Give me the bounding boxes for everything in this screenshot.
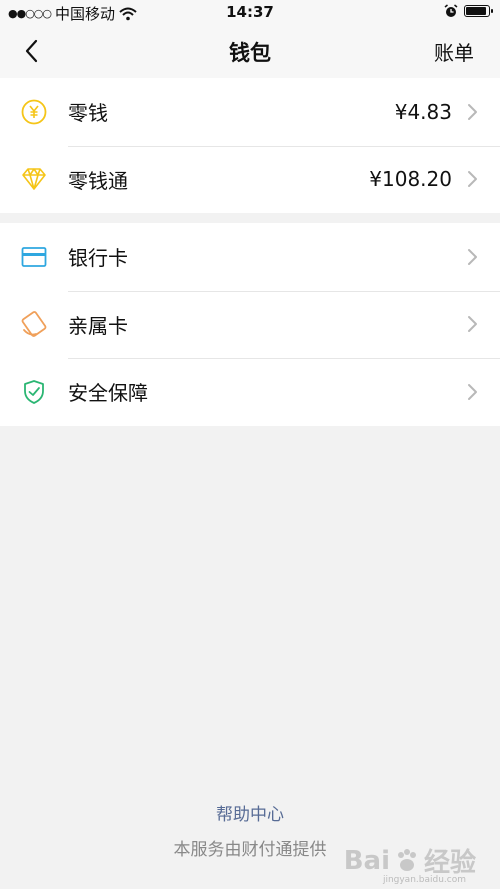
list-item-bank-card[interactable]: 银行卡 [0, 223, 500, 291]
shield-check-icon [20, 378, 48, 406]
chevron-right-icon [468, 171, 477, 188]
chevron-right-icon [468, 103, 477, 120]
watermark-brand: Bai [343, 845, 390, 876]
list-item-label: 银行卡 [68, 246, 128, 271]
page-title: 钱包 [229, 41, 271, 65]
diamond-icon [20, 165, 48, 193]
status-time: 14:37 [226, 3, 274, 21]
status-right [444, 4, 493, 18]
lingqiantong-balance: ¥108.20 [369, 167, 452, 192]
help-center-link[interactable]: 帮助中心 [216, 800, 284, 825]
chevron-right-icon [468, 248, 477, 265]
status-bar: ●●○○○ 中国移动 14:37 [0, 0, 500, 24]
back-arrow-icon[interactable] [18, 36, 48, 66]
change-balance: ¥4.83 [394, 99, 452, 124]
family-card-icon [20, 310, 48, 338]
list-item-label: 安全保障 [68, 381, 148, 406]
list-item-family-card[interactable]: 亲属卡 [0, 290, 500, 359]
watermark: Bai 经验 jingyan.baidu.com [343, 842, 476, 886]
watermark-url: jingyan.baidu.com [382, 875, 466, 885]
list-item-security[interactable]: 安全保障 [0, 358, 500, 426]
chevron-right-icon [468, 383, 477, 400]
list-item-change[interactable]: 零钱 ¥4.83 [0, 78, 500, 146]
alarm-clock-icon [444, 4, 458, 17]
list-item-label: 零钱通 [68, 168, 128, 193]
list-item-lingqiantong[interactable]: 零钱通 ¥108.20 [0, 145, 500, 214]
nav-bar: 钱包 账单 [0, 24, 500, 78]
list-item-label: 亲属卡 [68, 313, 128, 338]
battery-icon [464, 5, 493, 17]
paw-logo-icon [397, 848, 416, 871]
bill-button[interactable]: 账单 [434, 37, 474, 66]
balance-group: 零钱 ¥4.83 零钱通 ¥108.20 [0, 78, 500, 213]
list-item-label: 零钱 [68, 101, 108, 126]
bank-card-icon [20, 243, 48, 271]
watermark-brand-suffix: 经验 [423, 848, 476, 878]
services-group: 银行卡 亲属卡 安全保障 [0, 223, 500, 426]
yuan-coin-icon [20, 98, 48, 126]
chevron-right-icon [468, 316, 477, 333]
